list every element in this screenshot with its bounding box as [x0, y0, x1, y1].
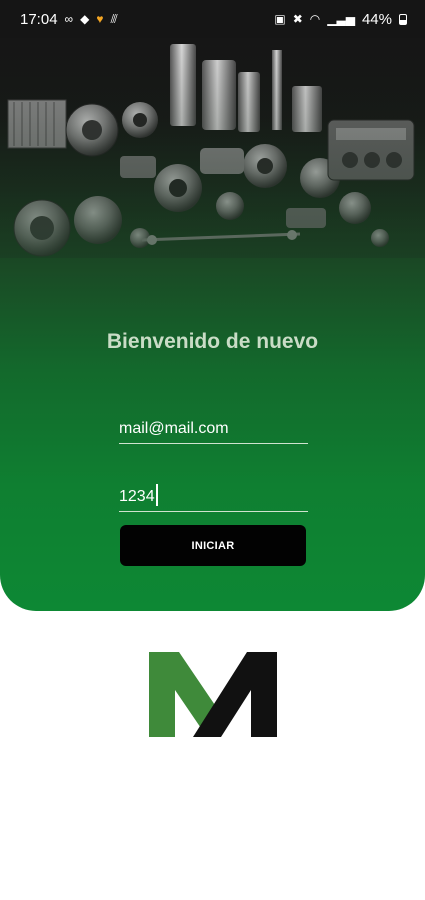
signal-icon: ▁▃▅ [327, 12, 355, 26]
battery-text: 44% [361, 10, 392, 28]
brand-logo [149, 652, 277, 737]
status-bar: 17:04 ∞ ◆ ♥ ⫻ ▣ ✖ ◠ ▁▃▅ 44% [0, 0, 425, 38]
email-field[interactable] [119, 414, 308, 444]
voicemail-icon: ∞ [64, 12, 74, 26]
battery-icon [399, 13, 407, 25]
wifi-icon: ◠ [309, 12, 321, 26]
login-card: Bienvenido de nuevo INICIAR [0, 38, 425, 611]
auto-parts-image [0, 38, 425, 258]
status-right: ▣ ✖ ◠ ▁▃▅ 44% [274, 11, 407, 28]
sim-icon: ▣ [274, 12, 286, 26]
status-left: 17:04 ∞ ◆ ♥ ⫻ [20, 11, 118, 28]
login-button[interactable]: INICIAR [120, 525, 306, 566]
water-drop-icon: ◆ [80, 12, 90, 26]
mute-icon: ✖ [292, 12, 303, 26]
welcome-title: Bienvenido de nuevo [106, 330, 319, 353]
signal-off-icon: ⫻ [110, 12, 118, 26]
password-field[interactable] [119, 482, 308, 512]
text-cursor [156, 484, 158, 506]
heart-icon: ♥ [96, 12, 104, 26]
status-time: 17:04 [20, 10, 58, 28]
